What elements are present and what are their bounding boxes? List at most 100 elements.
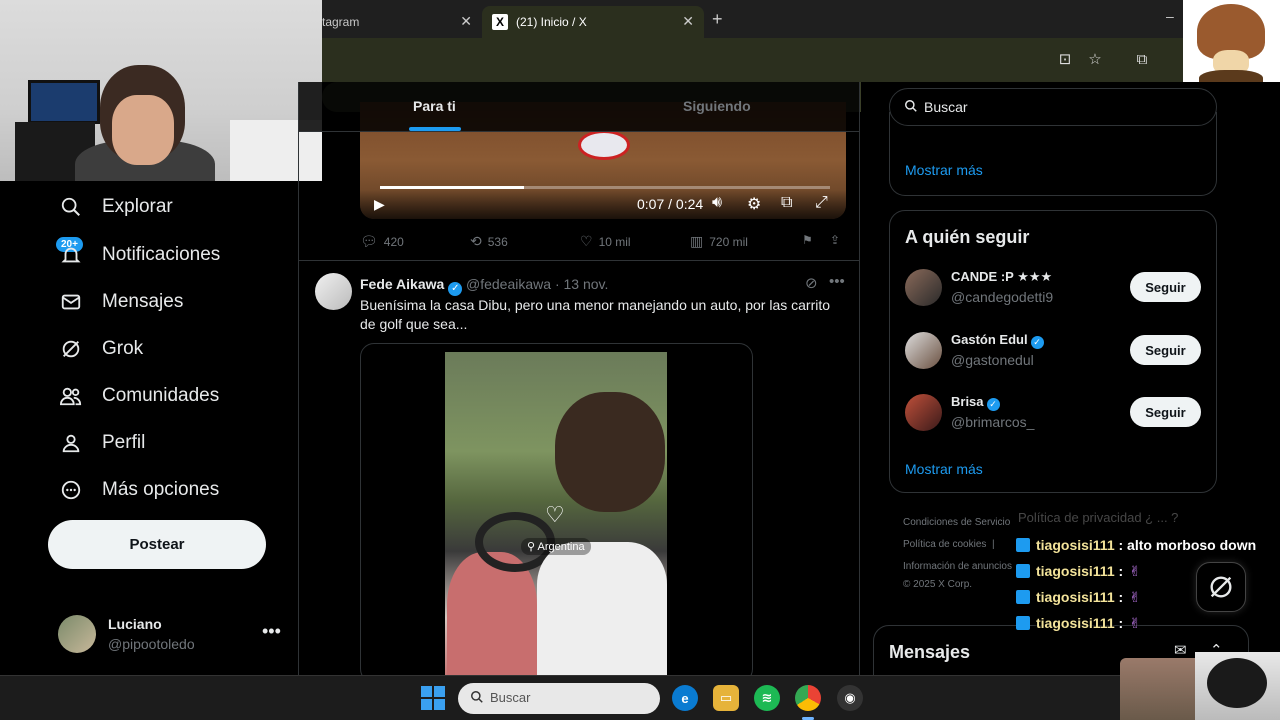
- avatar[interactable]: [315, 273, 352, 310]
- follow-button[interactable]: Seguir: [1130, 272, 1201, 302]
- views-button[interactable]: ▥ 720 mil: [690, 233, 748, 250]
- views-chart-icon: ▥: [690, 233, 704, 249]
- follow-suggestion[interactable]: Brisa ✓ @brimarcos_ Seguir: [905, 392, 1205, 436]
- stream-chat-overlay: Política de privacidad ¿ ... ? tiagosisi…: [1016, 510, 1280, 631]
- user-handle: @candegodetti9: [951, 289, 1054, 305]
- tab-instagram[interactable]: tagram ✕: [322, 6, 482, 38]
- sidebar-item-label: Notificaciones: [102, 244, 221, 265]
- grok-icon[interactable]: ⊘: [805, 274, 818, 292]
- share-icon[interactable]: ⇪: [830, 233, 840, 247]
- more-dots-icon[interactable]: •••: [829, 273, 845, 290]
- chat-text: : alto morboso down: [1118, 537, 1257, 553]
- follow-button[interactable]: Seguir: [1130, 335, 1201, 365]
- views-count: 720 mil: [709, 234, 748, 249]
- extensions-puzzle-icon[interactable]: ⧉: [1131, 48, 1153, 70]
- footer-separator: |: [991, 539, 995, 550]
- show-more-link[interactable]: Mostrar más: [905, 461, 983, 477]
- close-icon[interactable]: ✕: [682, 13, 694, 30]
- follow-suggestion[interactable]: Gastón Edul ✓ @gastonedul Seguir: [905, 330, 1205, 374]
- post[interactable]: Fede Aikawa ✓ @fedeaikawa · 13 nov. ⊘ •••…: [299, 260, 859, 675]
- install-app-icon[interactable]: ⊡: [1054, 48, 1076, 70]
- webcam-overlay-2: [1120, 658, 1195, 720]
- post-button[interactable]: Postear: [48, 520, 266, 569]
- user-name: Gastón Edul ✓: [951, 332, 1044, 349]
- search-input[interactable]: [922, 89, 1202, 125]
- verified-badge-icon: ✓: [448, 282, 463, 296]
- more-dots-icon[interactable]: •••: [262, 621, 281, 642]
- active-tab-indicator: [409, 127, 461, 131]
- sidebar-item-label: Más opciones: [102, 479, 220, 500]
- chat-user: tiagosisi111: [1036, 589, 1115, 605]
- windows-start-icon[interactable]: [421, 686, 445, 710]
- follow-button[interactable]: Seguir: [1130, 397, 1201, 427]
- footer-link-cookies[interactable]: Política de cookies: [903, 539, 986, 550]
- video-progress-bar[interactable]: [380, 186, 830, 189]
- reply-count: 420: [383, 234, 404, 249]
- post-text: Buenísima la casa Dibu, pero una menor m…: [360, 297, 831, 332]
- edge-browser-icon[interactable]: e: [672, 685, 698, 711]
- spotify-icon[interactable]: ≋: [754, 685, 780, 711]
- follow-suggestion[interactable]: CANDE :P ★★★ @candegodetti9 Seguir: [905, 267, 1205, 311]
- like-button[interactable]: ♡ 10 mil: [580, 233, 631, 250]
- sidebar-item-label: Comunidades: [102, 385, 220, 406]
- bell-icon: [58, 242, 84, 268]
- tab-label: (21) Inicio / X: [516, 15, 587, 29]
- video-controls-bar: [360, 190, 846, 219]
- location-tag: ⚲ Argentina: [521, 538, 591, 555]
- post-handle-date[interactable]: @fedeaikawa · 13 nov.: [466, 276, 608, 292]
- file-explorer-icon[interactable]: ▭: [713, 685, 739, 711]
- sidebar-item-notificaciones[interactable]: Notificaciones: [58, 235, 220, 275]
- tab-para-ti[interactable]: Para ti: [413, 98, 456, 114]
- bookmark-icon[interactable]: ⚑: [802, 233, 813, 247]
- chrome-icon[interactable]: [795, 685, 821, 711]
- show-more-link[interactable]: Mostrar más: [905, 162, 983, 178]
- taskbar-search-label: Buscar: [490, 690, 531, 705]
- tab-x-home[interactable]: X (21) Inicio / X ✕: [482, 6, 704, 38]
- window-minimize-icon[interactable]: –: [1166, 8, 1174, 24]
- obs-recording-icon[interactable]: ◉: [837, 685, 863, 711]
- sidebar-item-explorar[interactable]: Explorar: [58, 187, 173, 227]
- sidebar-item-mensajes[interactable]: Mensajes: [58, 282, 183, 322]
- chat-emote-icon: ✌: [1129, 614, 1141, 631]
- post-author[interactable]: Fede Aikawa ✓: [360, 276, 463, 296]
- chat-badge-icon: [1016, 590, 1030, 604]
- sidebar-item-label: Mensajes: [102, 291, 184, 312]
- volume-icon[interactable]: 🔊︎: [712, 194, 722, 212]
- reply-button[interactable]: 💬︎ 420: [360, 233, 404, 250]
- close-icon[interactable]: ✕: [460, 13, 472, 30]
- search-box[interactable]: [889, 88, 1217, 126]
- person-face-shape: [112, 95, 174, 165]
- windows-taskbar: Buscar e ▭ ≋ ◉: [0, 675, 1280, 720]
- settings-gear-icon[interactable]: ⚙: [747, 194, 761, 214]
- new-message-icon[interactable]: ✉: [1174, 641, 1187, 659]
- fullscreen-icon[interactable]: ⤢: [815, 194, 828, 212]
- post-actions: 💬︎ 420 ⟲ 536 ♡ 10 mil ▥ 720 mil ⚑ ⇪: [360, 233, 840, 253]
- sidebar-item-mas-opciones[interactable]: Más opciones: [58, 470, 219, 510]
- bookmark-star-icon[interactable]: ☆: [1084, 48, 1106, 70]
- sidebar-item-grok[interactable]: Grok: [58, 329, 143, 369]
- main-feed: Para ti Siguiendo ▶ 0:07 / 0:24 🔊︎ ⚙ ⧉ ⤢…: [298, 82, 860, 675]
- chat-text: :: [1118, 589, 1124, 605]
- sidebar-item-comunidades[interactable]: Comunidades: [58, 376, 219, 416]
- account-switcher[interactable]: Luciano @pipootoledo •••: [58, 613, 288, 655]
- person-icon: [58, 430, 84, 456]
- search-icon: [58, 194, 84, 220]
- who-to-follow-card: A quién seguir CANDE :P ★★★ @candegodett…: [889, 210, 1217, 493]
- new-tab-button[interactable]: +: [712, 9, 723, 30]
- user-name-text: Brisa: [951, 394, 984, 409]
- video-progress-fill: [380, 186, 524, 189]
- user-name: CANDE :P ★★★: [951, 269, 1053, 284]
- picture-in-picture-icon[interactable]: ⧉: [781, 194, 792, 212]
- sidebar-item-perfil[interactable]: Perfil: [58, 423, 145, 463]
- repost-count: 536: [487, 234, 508, 249]
- avatar: [905, 332, 942, 369]
- post-video[interactable]: ♡ ⚲ Argentina: [360, 343, 753, 675]
- author-handle: @fedeaikawa: [466, 276, 552, 292]
- tab-siguiendo[interactable]: Siguiendo: [683, 98, 751, 114]
- play-icon[interactable]: ▶: [374, 196, 385, 213]
- account-handle: @pipootoledo: [108, 636, 195, 652]
- repost-button[interactable]: ⟲ 536: [470, 233, 508, 250]
- taskbar-search[interactable]: Buscar: [458, 683, 660, 714]
- man-head-shape: [555, 392, 665, 512]
- verified-badge-icon: ✓: [1030, 336, 1044, 349]
